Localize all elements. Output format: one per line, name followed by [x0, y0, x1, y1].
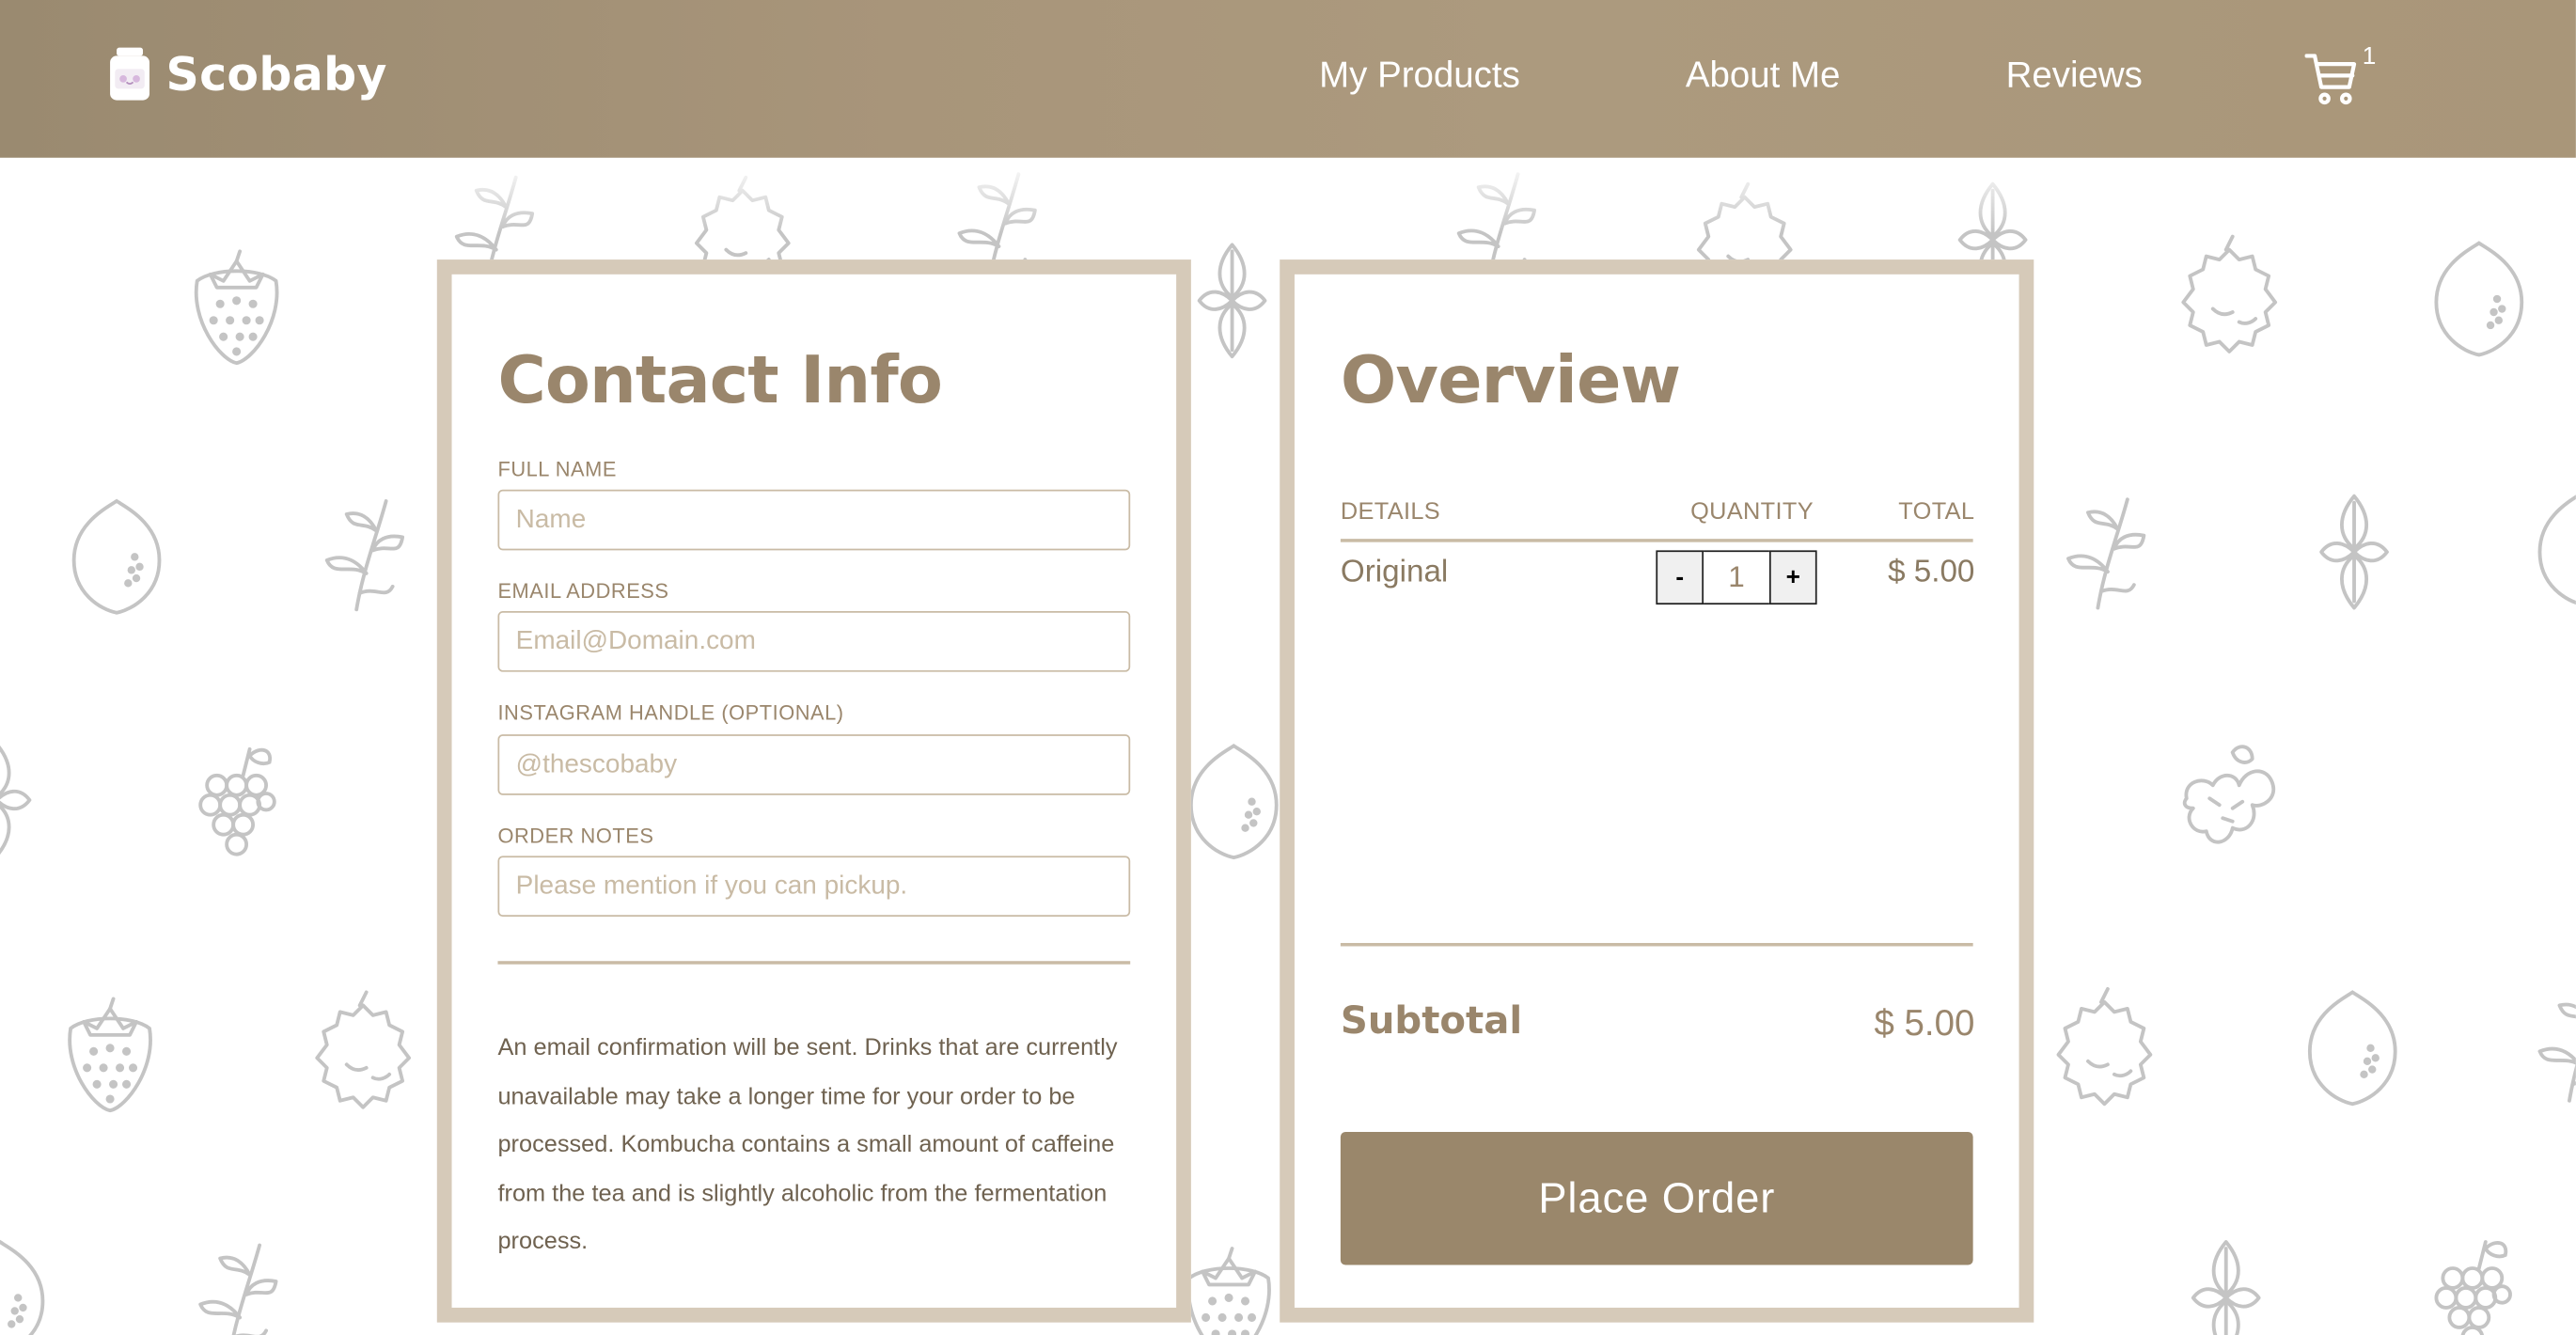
top-navbar: Scobaby My Products About Me Reviews 1: [0, 0, 2576, 158]
full-name-input[interactable]: [497, 489, 1131, 551]
cart-icon: [2304, 54, 2357, 105]
contact-info-card: Contact Info FULL NAME EMAIL ADDRESS INS…: [436, 259, 1191, 1323]
order-notes-input[interactable]: [497, 856, 1131, 918]
overview-title: Overview: [1340, 343, 1681, 419]
contact-info-title: Contact Info: [497, 343, 943, 419]
nav-about-me[interactable]: About Me: [1686, 55, 1841, 97]
decrease-quantity-button[interactable]: -: [1656, 550, 1704, 605]
subtotal-divider: [1340, 943, 1973, 946]
column-header-quantity: QUANTITY: [1690, 499, 1814, 526]
instagram-input[interactable]: [497, 734, 1131, 795]
increase-quantity-button[interactable]: +: [1768, 550, 1817, 605]
cart-count-badge: 1: [2362, 42, 2377, 71]
table-header-divider: [1340, 539, 1973, 542]
full-name-label: FULL NAME: [497, 458, 617, 481]
email-label: EMAIL ADDRESS: [497, 579, 669, 604]
nav-reviews[interactable]: Reviews: [2006, 55, 2143, 97]
overview-card: Overview DETAILS QUANTITY TOTAL Original…: [1280, 259, 2034, 1323]
item-name: Original: [1340, 555, 1449, 590]
instagram-label: INSTAGRAM HANDLE (OPTIONAL): [497, 701, 844, 725]
brand-name: Scobaby: [165, 46, 387, 102]
place-order-button[interactable]: Place Order: [1340, 1131, 1973, 1265]
column-header-details: DETAILS: [1340, 499, 1441, 526]
item-total: $ 5.00: [1888, 555, 1975, 590]
quantity-stepper: - 1 +: [1656, 550, 1817, 605]
quantity-value[interactable]: 1: [1704, 550, 1769, 605]
subtotal-label: Subtotal: [1340, 1000, 1523, 1044]
cart-button[interactable]: 1: [2300, 42, 2385, 115]
contact-divider: [497, 961, 1131, 964]
nav-my-products[interactable]: My Products: [1319, 55, 1520, 97]
kombucha-jar-icon: [110, 47, 150, 101]
email-input[interactable]: [497, 611, 1131, 672]
order-notes-label: ORDER NOTES: [497, 825, 654, 848]
column-header-total: TOTAL: [1898, 499, 1975, 526]
brand-logo-link[interactable]: Scobaby: [108, 44, 386, 103]
subtotal-value: $ 5.00: [1874, 1001, 1975, 1044]
checkout-page: Scobaby My Products About Me Reviews 1 C…: [0, 0, 2576, 1335]
order-notice-text: An email confirmation will be sent. Drin…: [497, 1034, 1118, 1256]
